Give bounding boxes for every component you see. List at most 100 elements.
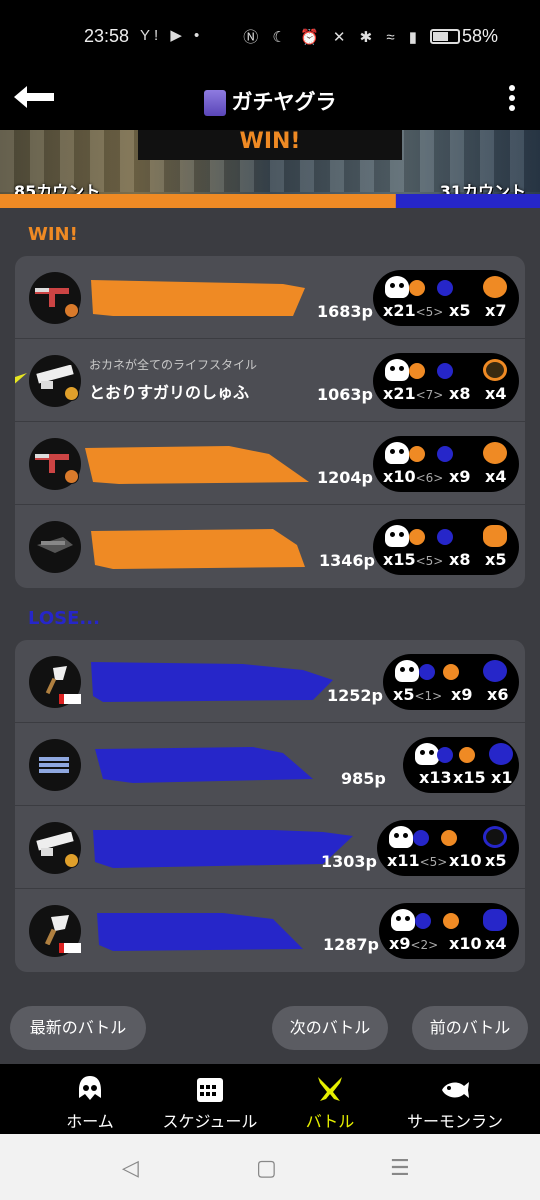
- player-row[interactable]: 1683p x21<5> x5 x7: [15, 256, 525, 339]
- turf-points: 1287p: [323, 935, 379, 954]
- kebab-menu-icon[interactable]: [508, 84, 516, 112]
- prev-battle-button[interactable]: 前のバトル: [412, 1006, 528, 1050]
- splat-icon: [385, 276, 409, 298]
- notification-icons: Y! ▶ •: [140, 27, 204, 44]
- blue-splat-icon: [413, 830, 429, 846]
- special-count: x1: [491, 768, 513, 787]
- player-title: おカネが全てのライフスタイル: [89, 358, 258, 372]
- squid-home-icon: [79, 1076, 101, 1100]
- result-banner: WIN! 85カウント 31カウント: [0, 130, 540, 208]
- paint-bar: [91, 662, 333, 702]
- death-count: x8: [449, 550, 471, 569]
- death-count: x9: [449, 467, 471, 486]
- special-icon: [483, 660, 507, 682]
- status-bar: 23:58 Y! ▶ • Ⓝ ☾ ⏰ ✕ ✱ ≈ ▮ 58%: [0, 0, 540, 72]
- weapon-icon: [29, 822, 81, 874]
- weapon-icon: [29, 438, 81, 490]
- battery-percent: 58%: [461, 26, 498, 46]
- weapon-icon: [29, 355, 81, 407]
- count-bar: [0, 194, 540, 208]
- death-count: x15: [453, 768, 486, 787]
- player-row-self[interactable]: おカネが全てのライフスタイル とおりすガリのしゅふ 1063p x21<7> x…: [15, 339, 525, 422]
- special-count: x4: [485, 934, 507, 953]
- stats-pill: x21<7> x8 x4: [373, 353, 519, 409]
- sub-weapon-icon: [59, 943, 81, 953]
- tab-schedule[interactable]: スケジュール: [150, 1064, 270, 1134]
- paint-bar: [97, 913, 303, 951]
- stats-pill: x11<5> x10 x5: [377, 820, 519, 876]
- paint-bar: [95, 747, 313, 783]
- kill-count: x13: [419, 768, 452, 787]
- blue-splat-icon: [437, 747, 453, 763]
- special-icon: [483, 525, 507, 547]
- special-icon: [483, 442, 507, 464]
- salmon-icon: [442, 1082, 469, 1098]
- player-row[interactable]: 1287p x9<2> x10 x4: [15, 889, 525, 972]
- turf-points: 1063p: [317, 385, 373, 404]
- special-icon: [483, 909, 507, 931]
- battle-icon: [318, 1077, 342, 1101]
- splat-icon: [415, 743, 439, 765]
- special-count: x4: [485, 467, 507, 486]
- special-count: x5: [485, 851, 507, 870]
- splat-icon: [389, 826, 413, 848]
- turf-points: 1303p: [321, 852, 377, 871]
- player-row[interactable]: 1303p x11<5> x10 x5: [15, 806, 525, 889]
- special-icon: [489, 743, 513, 765]
- ranked-mode-icon: [203, 90, 226, 116]
- tab-home[interactable]: ホーム: [50, 1064, 130, 1134]
- kill-count: x10<6>: [383, 467, 444, 486]
- weapon-icon: [29, 656, 81, 708]
- kill-count: x21<7>: [383, 384, 444, 403]
- special-count: x5: [485, 550, 507, 569]
- bottom-nav: ホーム スケジュール バトル サーモンラン: [0, 1064, 540, 1134]
- turf-points: 1346p: [319, 551, 375, 570]
- sub-weapon-icon: [64, 853, 79, 868]
- system-nav-bar: ◁ ▢ ☰: [0, 1134, 540, 1200]
- latest-battle-button[interactable]: 最新のバトル: [10, 1006, 146, 1050]
- paint-bar: [85, 446, 309, 484]
- weapon-icon: [29, 521, 81, 573]
- sub-weapon-icon: [59, 694, 81, 704]
- death-count: x10: [449, 934, 482, 953]
- system-back-icon[interactable]: ◁: [122, 1156, 139, 1181]
- stats-pill: x21<5> x5 x7: [373, 270, 519, 326]
- stats-pill: x10<6> x9 x4: [373, 436, 519, 492]
- orange-splat-icon: [409, 529, 425, 545]
- orange-splat-icon: [459, 747, 475, 763]
- system-recents-icon[interactable]: ☰: [390, 1156, 410, 1181]
- tab-salmon-run[interactable]: サーモンラン: [390, 1064, 520, 1134]
- sub-weapon-icon: [64, 386, 79, 401]
- app-header: ガチヤグラ: [0, 72, 540, 130]
- sub-weapon-icon: [64, 303, 79, 318]
- player-row[interactable]: 1252p x5<1> x9 x6: [15, 640, 525, 723]
- death-count: x8: [449, 384, 471, 403]
- paint-bar: [91, 529, 305, 569]
- special-icon: [483, 826, 507, 848]
- weapon-icon: [29, 905, 81, 957]
- next-battle-button[interactable]: 次のバトル: [272, 1006, 388, 1050]
- calendar-icon: [197, 1078, 223, 1102]
- tab-label: ホーム: [66, 1112, 114, 1131]
- special-count: x7: [485, 301, 507, 320]
- turf-points: 1252p: [327, 686, 383, 705]
- tab-battle[interactable]: バトル: [290, 1064, 370, 1134]
- tab-label: スケジュール: [162, 1112, 258, 1131]
- blue-splat-icon: [419, 664, 435, 680]
- splat-icon: [385, 442, 409, 464]
- turf-points: 1683p: [317, 302, 373, 321]
- orange-splat-icon: [443, 913, 459, 929]
- orange-splat-icon: [443, 664, 459, 680]
- page-title: ガチヤグラ: [0, 86, 540, 116]
- tab-label: サーモンラン: [406, 1112, 503, 1131]
- blue-splat-icon: [437, 446, 453, 462]
- player-row[interactable]: 985p x13 x15 x1: [15, 723, 525, 806]
- battery-icon: [430, 29, 460, 44]
- kill-count: x9<2>: [389, 934, 439, 953]
- tab-label: バトル: [305, 1112, 355, 1131]
- system-home-icon[interactable]: ▢: [256, 1156, 277, 1181]
- player-row[interactable]: 1346p x15<5> x8 x5: [15, 505, 525, 588]
- player-row[interactable]: 1204p x10<6> x9 x4: [15, 422, 525, 505]
- kill-count: x5<1>: [393, 685, 443, 704]
- turf-points: 985p: [341, 769, 386, 788]
